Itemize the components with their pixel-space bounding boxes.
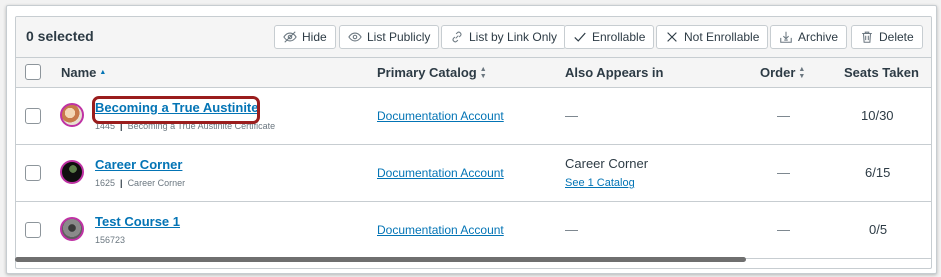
separator: | — [120, 178, 123, 188]
course-avatar — [60, 103, 84, 127]
column-header-order-label: Order — [760, 65, 796, 80]
course-meta: 1625 | Career Corner — [95, 178, 185, 188]
table-row: Career Corner 1625 | Career Corner Documen… — [16, 145, 931, 202]
horizontal-scrollbar[interactable] — [15, 257, 746, 262]
also-appears-value: Career Corner — [565, 156, 649, 171]
column-header-order[interactable]: Order ▲ ▼ — [760, 65, 805, 80]
check-icon — [574, 32, 586, 42]
archive-icon — [780, 31, 792, 43]
hide-label: Hide — [302, 30, 327, 44]
delete-button[interactable]: Delete — [851, 25, 923, 49]
also-appears-value: — — [565, 108, 578, 123]
hide-button[interactable]: Hide — [274, 25, 336, 49]
course-id: 1625 — [95, 178, 116, 188]
column-header-also-appears-label: Also Appears in — [565, 65, 664, 80]
row-checkbox[interactable] — [25, 108, 41, 124]
selected-count: 0 selected — [26, 28, 94, 44]
course-subtitle: Career Corner — [127, 178, 186, 188]
table-header-row: Name ▲ Primary Catalog ▲ ▼ Also Appears i… — [16, 58, 931, 88]
list-by-link-only-button[interactable]: List by Link Only — [441, 25, 567, 49]
course-title-link[interactable]: Test Course 1 — [95, 214, 180, 229]
highlight-callout — [92, 96, 260, 124]
select-all-checkbox[interactable] — [25, 64, 41, 80]
row-checkbox[interactable] — [25, 222, 41, 238]
link-icon — [452, 31, 462, 43]
order-value: — — [777, 222, 790, 237]
enrollable-button[interactable]: Enrollable — [564, 25, 655, 49]
course-title-link[interactable]: Career Corner — [95, 157, 182, 172]
order-value: — — [777, 165, 790, 180]
sort-icon: ▲ ▼ — [479, 65, 487, 80]
primary-catalog-link[interactable]: Documentation Account — [377, 109, 504, 123]
column-header-name-label: Name — [61, 65, 97, 80]
trash-icon — [862, 31, 872, 43]
column-header-seats-label: Seats Taken — [844, 65, 919, 80]
column-header-also-appears: Also Appears in — [565, 65, 663, 80]
primary-catalog-link[interactable]: Documentation Account — [377, 166, 504, 180]
table-row: Test Course 1 156723 Documentation Accou… — [16, 202, 931, 259]
delete-label: Delete — [879, 30, 914, 44]
seats-value: 10/30 — [861, 108, 894, 123]
list-publicly-button[interactable]: List Publicly — [339, 25, 440, 49]
course-avatar — [60, 217, 84, 241]
order-value: — — [777, 108, 790, 123]
enrollable-label: Enrollable — [592, 30, 646, 44]
see-catalogs-link[interactable]: See 1 Catalog — [565, 177, 635, 189]
list-publicly-label: List Publicly — [367, 30, 431, 44]
sort-ascending-icon: ▲ — [99, 69, 107, 76]
primary-catalog-link[interactable]: Documentation Account — [377, 223, 504, 237]
courses-table: 0 selected Hide List Publicly List by Li… — [15, 16, 932, 269]
course-id: 156723 — [95, 235, 126, 245]
column-header-seats: Seats Taken — [844, 65, 919, 80]
x-icon — [667, 32, 677, 42]
eye-slash-icon — [283, 31, 297, 43]
archive-label: Archive — [798, 30, 839, 44]
seats-value: 6/15 — [865, 165, 891, 180]
not-enrollable-button[interactable]: Not Enrollable — [656, 25, 769, 49]
course-catalog-panel: 0 selected Hide List Publicly List by Li… — [6, 5, 937, 274]
seats-value: 0/5 — [869, 222, 888, 237]
column-header-primary-catalog[interactable]: Primary Catalog ▲ ▼ — [377, 65, 487, 80]
archive-button[interactable]: Archive — [770, 25, 848, 49]
eye-icon — [348, 32, 362, 42]
course-avatar — [60, 160, 84, 184]
row-checkbox[interactable] — [25, 165, 41, 181]
column-header-name[interactable]: Name ▲ — [61, 65, 106, 80]
column-header-primary-catalog-label: Primary Catalog — [377, 65, 477, 80]
list-by-link-only-label: List by Link Only — [469, 30, 558, 44]
bulk-action-toolbar: 0 selected Hide List Publicly List by Li… — [16, 17, 931, 58]
not-enrollable-label: Not Enrollable — [684, 30, 760, 44]
sort-icon: ▲ ▼ — [798, 65, 806, 80]
also-appears-value: — — [565, 222, 578, 237]
